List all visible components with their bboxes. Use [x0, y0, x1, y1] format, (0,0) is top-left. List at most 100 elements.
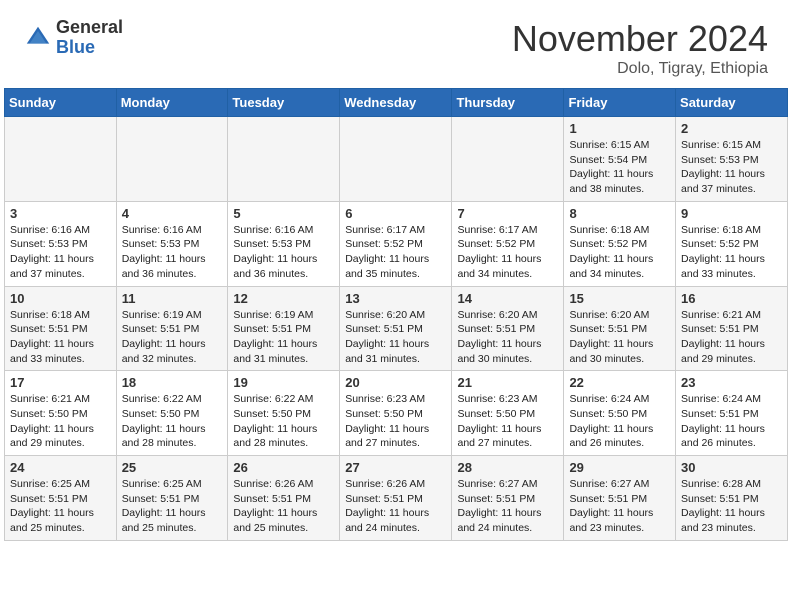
- day-number: 16: [681, 291, 782, 306]
- calendar-day-cell: 25 Sunrise: 6:25 AMSunset: 5:51 PMDayligh…: [116, 456, 228, 541]
- day-number: 11: [122, 291, 223, 306]
- calendar-day-cell: 10Sunrise: 6:18 AMSunset: 5:51 PMDayligh…: [5, 286, 117, 371]
- calendar-header: Sunday Monday Tuesday Wednesday Thursday…: [5, 89, 788, 117]
- calendar-day-cell: 6 Sunrise: 6:17 AMSunset: 5:52 PMDaylight…: [340, 201, 452, 286]
- day-number: 26: [233, 460, 334, 475]
- day-info: Sunrise: 6:25 AMSunset: 5:51 PMDaylight:…: [10, 477, 111, 536]
- calendar-day-cell: 27 Sunrise: 6:26 AMSunset: 5:51 PMDayligh…: [340, 456, 452, 541]
- col-wednesday: Wednesday: [340, 89, 452, 117]
- day-number: 9: [681, 206, 782, 221]
- calendar-day-cell: 28 Sunrise: 6:27 AMSunset: 5:51 PMDayligh…: [452, 456, 564, 541]
- calendar-day-cell: [116, 117, 228, 202]
- col-saturday: Saturday: [676, 89, 788, 117]
- day-number: 29: [569, 460, 670, 475]
- calendar-day-cell: 2 Sunrise: 6:15 AMSunset: 5:53 PMDaylight…: [676, 117, 788, 202]
- logo-general-text: General: [56, 18, 123, 38]
- day-number: 25: [122, 460, 223, 475]
- calendar-week-row: 17 Sunrise: 6:21 AMSunset: 5:50 PMDayligh…: [5, 371, 788, 456]
- calendar-day-cell: 4 Sunrise: 6:16 AMSunset: 5:53 PMDaylight…: [116, 201, 228, 286]
- calendar-day-cell: 7Sunrise: 6:17 AMSunset: 5:52 PMDaylight…: [452, 201, 564, 286]
- day-number: 20: [345, 375, 446, 390]
- calendar-day-cell: 20 Sunrise: 6:23 AMSunset: 5:50 PMDayligh…: [340, 371, 452, 456]
- calendar-day-cell: 14Sunrise: 6:20 AMSunset: 5:51 PMDayligh…: [452, 286, 564, 371]
- calendar-day-cell: 24 Sunrise: 6:25 AMSunset: 5:51 PMDayligh…: [5, 456, 117, 541]
- day-info: Sunrise: 6:27 AMSunset: 5:51 PMDaylight:…: [569, 477, 670, 536]
- day-number: 21: [457, 375, 558, 390]
- day-number: 1: [569, 121, 670, 136]
- day-info: Sunrise: 6:26 AMSunset: 5:51 PMDaylight:…: [345, 477, 446, 536]
- calendar-day-cell: [5, 117, 117, 202]
- calendar-day-cell: [340, 117, 452, 202]
- calendar-day-cell: 5 Sunrise: 6:16 AMSunset: 5:53 PMDaylight…: [228, 201, 340, 286]
- day-info: Sunrise: 6:18 AMSunset: 5:52 PMDaylight:…: [569, 223, 670, 282]
- calendar-wrap: Sunday Monday Tuesday Wednesday Thursday…: [0, 88, 792, 545]
- calendar-day-cell: 29 Sunrise: 6:27 AMSunset: 5:51 PMDayligh…: [564, 456, 676, 541]
- calendar-day-cell: [452, 117, 564, 202]
- day-info: Sunrise: 6:27 AMSunset: 5:51 PMDaylight:…: [457, 477, 558, 536]
- day-info: Sunrise: 6:20 AMSunset: 5:51 PMDaylight:…: [569, 308, 670, 367]
- calendar-week-row: 24 Sunrise: 6:25 AMSunset: 5:51 PMDayligh…: [5, 456, 788, 541]
- logo: General Blue: [24, 18, 123, 58]
- col-monday: Monday: [116, 89, 228, 117]
- day-number: 22: [569, 375, 670, 390]
- calendar-day-cell: 21Sunrise: 6:23 AMSunset: 5:50 PMDayligh…: [452, 371, 564, 456]
- calendar-day-cell: 3 Sunrise: 6:16 AMSunset: 5:53 PMDaylight…: [5, 201, 117, 286]
- day-info: Sunrise: 6:28 AMSunset: 5:51 PMDaylight:…: [681, 477, 782, 536]
- day-number: 23: [681, 375, 782, 390]
- calendar-body: 1Sunrise: 6:15 AMSunset: 5:54 PMDaylight…: [5, 117, 788, 541]
- day-info: Sunrise: 6:24 AMSunset: 5:51 PMDaylight:…: [681, 392, 782, 451]
- calendar-day-cell: 13 Sunrise: 6:20 AMSunset: 5:51 PMDayligh…: [340, 286, 452, 371]
- calendar-day-cell: [228, 117, 340, 202]
- page-header: General Blue November 2024 Dolo, Tigray,…: [0, 0, 792, 88]
- day-info: Sunrise: 6:25 AMSunset: 5:51 PMDaylight:…: [122, 477, 223, 536]
- day-number: 4: [122, 206, 223, 221]
- day-info: Sunrise: 6:23 AMSunset: 5:50 PMDaylight:…: [345, 392, 446, 451]
- calendar-week-row: 1Sunrise: 6:15 AMSunset: 5:54 PMDaylight…: [5, 117, 788, 202]
- calendar-day-cell: 18 Sunrise: 6:22 AMSunset: 5:50 PMDayligh…: [116, 371, 228, 456]
- day-number: 28: [457, 460, 558, 475]
- calendar-week-row: 10Sunrise: 6:18 AMSunset: 5:51 PMDayligh…: [5, 286, 788, 371]
- month-title: November 2024: [512, 18, 768, 60]
- day-number: 2: [681, 121, 782, 136]
- col-tuesday: Tuesday: [228, 89, 340, 117]
- logo-blue-text: Blue: [56, 38, 123, 58]
- day-number: 5: [233, 206, 334, 221]
- calendar-day-cell: 15Sunrise: 6:20 AMSunset: 5:51 PMDayligh…: [564, 286, 676, 371]
- col-friday: Friday: [564, 89, 676, 117]
- calendar-day-cell: 12Sunrise: 6:19 AMSunset: 5:51 PMDayligh…: [228, 286, 340, 371]
- calendar-day-cell: 19Sunrise: 6:22 AMSunset: 5:50 PMDayligh…: [228, 371, 340, 456]
- location-subtitle: Dolo, Tigray, Ethiopia: [512, 60, 768, 78]
- calendar-day-cell: 30Sunrise: 6:28 AMSunset: 5:51 PMDayligh…: [676, 456, 788, 541]
- day-number: 14: [457, 291, 558, 306]
- title-block: November 2024 Dolo, Tigray, Ethiopia: [512, 18, 768, 78]
- calendar-day-cell: 11Sunrise: 6:19 AMSunset: 5:51 PMDayligh…: [116, 286, 228, 371]
- day-number: 27: [345, 460, 446, 475]
- logo-icon: [24, 24, 52, 52]
- calendar-day-cell: 1Sunrise: 6:15 AMSunset: 5:54 PMDaylight…: [564, 117, 676, 202]
- calendar-day-cell: 17 Sunrise: 6:21 AMSunset: 5:50 PMDayligh…: [5, 371, 117, 456]
- calendar-day-cell: 8Sunrise: 6:18 AMSunset: 5:52 PMDaylight…: [564, 201, 676, 286]
- day-number: 18: [122, 375, 223, 390]
- day-number: 24: [10, 460, 111, 475]
- calendar-day-cell: 23 Sunrise: 6:24 AMSunset: 5:51 PMDayligh…: [676, 371, 788, 456]
- day-info: Sunrise: 6:16 AMSunset: 5:53 PMDaylight:…: [233, 223, 334, 282]
- day-number: 13: [345, 291, 446, 306]
- day-info: Sunrise: 6:21 AMSunset: 5:50 PMDaylight:…: [10, 392, 111, 451]
- day-info: Sunrise: 6:17 AMSunset: 5:52 PMDaylight:…: [345, 223, 446, 282]
- day-number: 3: [10, 206, 111, 221]
- day-info: Sunrise: 6:18 AMSunset: 5:52 PMDaylight:…: [681, 223, 782, 282]
- day-number: 17: [10, 375, 111, 390]
- day-info: Sunrise: 6:22 AMSunset: 5:50 PMDaylight:…: [122, 392, 223, 451]
- day-number: 6: [345, 206, 446, 221]
- day-info: Sunrise: 6:20 AMSunset: 5:51 PMDaylight:…: [345, 308, 446, 367]
- day-info: Sunrise: 6:16 AMSunset: 5:53 PMDaylight:…: [10, 223, 111, 282]
- calendar-table: Sunday Monday Tuesday Wednesday Thursday…: [4, 88, 788, 541]
- day-info: Sunrise: 6:19 AMSunset: 5:51 PMDaylight:…: [233, 308, 334, 367]
- day-info: Sunrise: 6:15 AMSunset: 5:53 PMDaylight:…: [681, 138, 782, 197]
- calendar-day-cell: 22Sunrise: 6:24 AMSunset: 5:50 PMDayligh…: [564, 371, 676, 456]
- col-thursday: Thursday: [452, 89, 564, 117]
- day-info: Sunrise: 6:22 AMSunset: 5:50 PMDaylight:…: [233, 392, 334, 451]
- day-info: Sunrise: 6:17 AMSunset: 5:52 PMDaylight:…: [457, 223, 558, 282]
- day-info: Sunrise: 6:16 AMSunset: 5:53 PMDaylight:…: [122, 223, 223, 282]
- header-row: Sunday Monday Tuesday Wednesday Thursday…: [5, 89, 788, 117]
